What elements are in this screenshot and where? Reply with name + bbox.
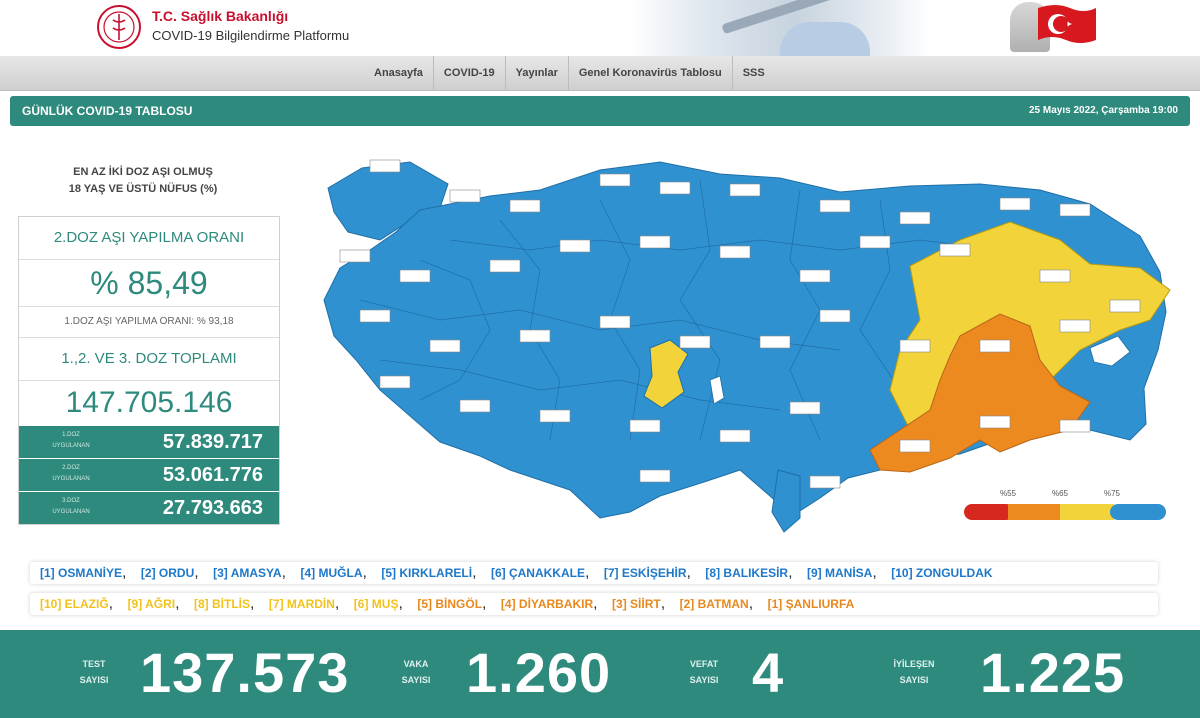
test-count-value: 137.573 [140,641,350,704]
ranking-item: [1] ŞANLIURFA [767,597,855,611]
region-hatay [771,469,801,533]
ranking-item: [3] AMASYA [213,566,282,580]
nav-item-home[interactable]: Anasayfa [364,56,433,90]
platform-name: COVID-19 Bilgilendirme Platformu [152,28,350,43]
ranking-item: [2] ORDU [140,566,195,580]
ranking-item: [9] MANİSA [806,566,873,580]
daily-stats-bar: TEST SAYISI 137.573 VAKA SAYISI 1.260 VEFA… [0,630,1200,718]
ranking-item: [8] BALIKESİR [705,566,789,580]
main-nav: Anasayfa COVID-19 Yayınlar Genel Koronav… [0,56,1200,91]
page-header: T.C. Sağlık Bakanlığı COVID-19 Bilgilend… [0,0,1200,56]
turkish-flag-icon [1038,5,1096,43]
dose-value: 53.061.776 [162,464,263,486]
ranking-item: [9] AĞRI [127,597,176,611]
first-dose-rate: 1.DOZ AŞI YAPILMA ORANI: % 93,18 [19,307,279,338]
dose-row: 2.DOZ UYGULANAN 53.061.776 [19,458,279,491]
legend-label-75: %75 [1104,489,1121,498]
brand[interactable]: T.C. Sağlık Bakanlığı COVID-19 Bilgilend… [152,8,349,43]
ranking-item: [5] KIRKLARELİ [381,566,473,580]
vaccine-stats-box: 2.DOZ AŞI YAPILMA ORANI % 85,49 1.DOZ AŞ… [18,216,280,525]
dose-row: 3.DOZ UYGULANAN 27.793.663 [19,491,279,524]
map-legend: %55 %65 %75 [964,489,1166,520]
report-date: 25 Mayıs 2022, Çarşamba 19:00 [1029,105,1178,116]
nav-item-general-table[interactable]: Genel Koronavirüs Tablosu [567,56,732,90]
nav-item-publications[interactable]: Yayınlar [504,56,568,90]
second-dose-label: 2.DOZ AŞI YAPILMA ORANI [19,217,279,260]
total-doses-value: 147.705.146 [65,386,233,419]
case-count-label: VAKA SAYISI [401,659,431,685]
recovered-count-label: İYİLEŞEN SAYISI [893,659,935,685]
vaccine-heading: EN AZ İKİ DOZ AŞI OLMUŞ 18 YAŞ VE ÜSTÜ N… [18,160,286,204]
recovered-count-value: 1.225 [980,641,1126,704]
vaccine-heading-line1: EN AZ İKİ DOZ AŞI OLMUŞ [73,166,213,178]
ranking-item: [8] BİTLİS [194,597,251,611]
ranking-item: [6] MUŞ [353,597,399,611]
lowest-rate-ranking: [10] ELAZIĞ, [9] AĞRI, [8] BİTLİS, [7] M… [30,593,1158,615]
ranking-item: [6] ÇANAKKALE [490,566,585,580]
death-count-label: VEFAT SAYISI [689,659,719,685]
legend-label-65: %65 [1052,489,1069,498]
dose-value: 57.839.717 [162,431,263,453]
dose-label: 1.DOZ UYGULANAN [52,432,90,449]
glove-shape [780,22,870,56]
nav-item-covid19[interactable]: COVID-19 [432,56,505,90]
vaccine-heading-line2: 18 YAŞ VE ÜSTÜ NÜFUS (%) [68,183,218,195]
dose-label: 3.DOZ UYGULANAN [52,498,90,515]
ministry-name: T.C. Sağlık Bakanlığı [152,8,289,24]
ranking-item: [5] BİNGÖL [417,597,483,611]
second-dose-rate: % 85,49 [19,260,279,307]
ranking-item: [10] ZONGULDAK [891,566,993,580]
highest-rate-ranking: [1] OSMANİYE, [2] ORDU, [3] AMASYA, [4] … [30,562,1158,584]
ministry-seal-icon[interactable] [96,4,142,50]
ranking-item: [3] SİİRT [612,597,661,611]
case-count-value: 1.260 [466,641,612,704]
nav-item-faq[interactable]: SSS [731,56,775,90]
ranking-item: [1] OSMANİYE [40,566,123,580]
turkey-vaccination-map: %55 %65 %75 [300,140,1180,560]
death-count-value: 4 [752,641,785,704]
banner-photo [630,0,930,56]
legend-label-55: %55 [1000,489,1017,498]
dose-label: 2.DOZ UYGULANAN [52,465,90,482]
page-title: GÜNLÜK COVID-19 TABLOSU [22,104,193,118]
ranking-item: [7] ESKİŞEHİR [603,566,687,580]
total-doses-label: 1.,2. VE 3. DOZ TOPLAMI [19,338,279,381]
test-count-label: TEST SAYISI [79,659,109,685]
ranking-item: [4] MUĞLA [300,566,363,580]
ranking-item: [4] DİYARBAKIR [500,597,594,611]
dose-row: 1.DOZ UYGULANAN 57.839.717 [19,425,279,458]
ranking-item: [2] BATMAN [679,597,749,611]
ranking-item: [10] ELAZIĞ [40,597,109,611]
dose-value: 27.793.663 [162,497,263,519]
daily-table-titlebar: GÜNLÜK COVID-19 TABLOSU 25 Mayıs 2022, Ç… [10,96,1190,126]
ranking-item: [7] MARDİN [268,597,335,611]
map-svg: %55 %65 %75 [323,159,1171,533]
